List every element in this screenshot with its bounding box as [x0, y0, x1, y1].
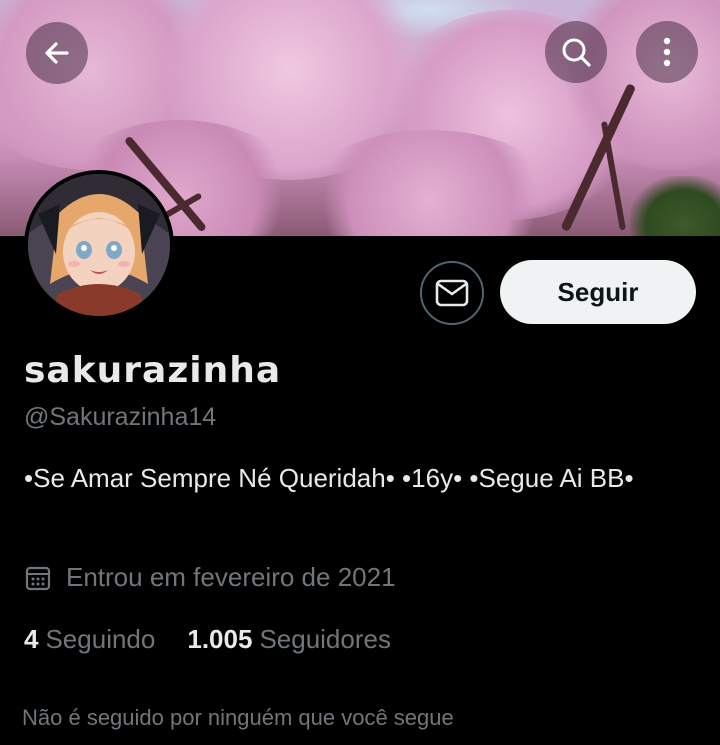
following-label: Seguindo — [45, 624, 156, 654]
search-button[interactable] — [545, 21, 607, 83]
profile-bio: •Se Amar Sempre Né Queridah• •16y• •Segu… — [24, 463, 634, 493]
following-count: 4 — [24, 624, 39, 654]
followers-label: Seguidores — [259, 624, 391, 654]
profile-stats: 4 Seguindo 1.005 Seguidores — [24, 624, 423, 655]
joined-date: Entrou em fevereiro de 2021 — [24, 562, 396, 593]
followers-link[interactable]: 1.005 Seguidores — [187, 624, 391, 655]
following-link[interactable]: 4 Seguindo — [24, 624, 155, 655]
arrow-left-icon — [45, 42, 69, 64]
more-vertical-icon — [663, 37, 671, 67]
followed-by-note: Não é seguido por ninguém que você segue — [22, 705, 454, 730]
calendar-icon — [24, 564, 52, 592]
followers-count: 1.005 — [187, 624, 253, 654]
search-icon — [562, 38, 591, 67]
profile-handle: @Sakurazinha14 — [24, 403, 217, 431]
avatar-image — [28, 174, 170, 316]
message-button[interactable] — [420, 261, 484, 325]
avatar-illustration — [28, 174, 170, 316]
envelope-icon — [435, 279, 469, 307]
display-name: sakurazinha — [24, 350, 282, 391]
joined-date-label: Entrou em fevereiro de 2021 — [66, 562, 396, 592]
avatar[interactable] — [24, 170, 174, 320]
more-options-button[interactable] — [636, 21, 698, 83]
follow-button[interactable]: Seguir — [500, 260, 696, 324]
banner-greenery — [630, 176, 720, 236]
back-button[interactable] — [26, 22, 88, 84]
